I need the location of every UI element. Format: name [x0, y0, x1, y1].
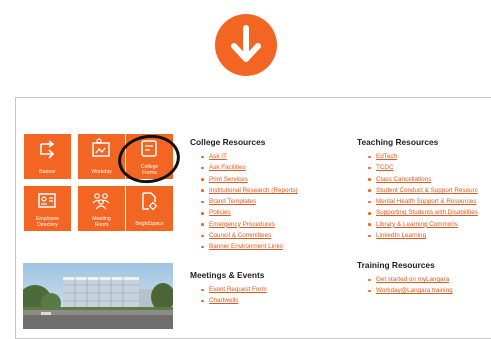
list-item[interactable]: Mental Health Support & Resources: [366, 196, 478, 207]
link-ask-facilities[interactable]: Ask Facilities: [209, 164, 246, 171]
bullet-icon: [368, 234, 371, 238]
tile-label: BrightSpace: [135, 221, 164, 227]
tile-label: Meeting Room: [92, 216, 111, 228]
bullet-icon: [368, 278, 371, 282]
arrow-down-icon: [231, 25, 261, 62]
teaching-resources-list: EdTech TCDC Class Cancellations Student …: [366, 151, 478, 241]
tile-label: Workday: [91, 169, 112, 175]
tile-label: Banner: [39, 169, 56, 175]
link-student-conduct[interactable]: Student Conduct & Support Resourc: [376, 187, 478, 194]
link-event-request-form[interactable]: Event Request Form: [209, 286, 267, 293]
bullet-icon: [201, 234, 204, 238]
list-item[interactable]: Student Conduct & Support Resourc: [366, 185, 478, 196]
redirect-arrow-icon: [40, 140, 55, 159]
list-item[interactable]: Event Request Form: [199, 284, 267, 295]
list-item[interactable]: Chartwells: [199, 295, 267, 306]
list-item[interactable]: TCDC: [366, 162, 478, 173]
list-item[interactable]: Print Services: [199, 174, 298, 185]
college-resources-list: Ask IT Ask Facilities Print Services Ins…: [199, 151, 298, 253]
list-item[interactable]: Supporting Students with Disabilities: [366, 207, 478, 218]
bullet-icon: [201, 155, 204, 159]
bullet-icon: [201, 200, 204, 204]
list-item[interactable]: Class Cancellations: [366, 174, 478, 185]
link-policies[interactable]: Policies: [209, 209, 231, 216]
bullet-icon: [201, 288, 204, 292]
list-item[interactable]: Banner Environment Links: [199, 241, 298, 252]
bullet-icon: [368, 211, 371, 215]
list-item[interactable]: Brand Templates: [199, 196, 298, 207]
list-item[interactable]: Emergency Procedures: [199, 219, 298, 230]
link-banner-environment[interactable]: Banner Environment Links: [209, 243, 283, 250]
section-title-college-resources: College Resources: [190, 137, 266, 147]
bullet-icon: [201, 245, 204, 249]
arrow-down-badge: [215, 14, 277, 76]
link-tcdc[interactable]: TCDC: [376, 164, 394, 171]
link-workday-training[interactable]: Workday@Langara training: [376, 287, 453, 294]
meetings-events-list: Event Request Form Chartwells: [199, 284, 267, 307]
list-item[interactable]: Ask Facilities: [199, 162, 298, 173]
tile-banner[interactable]: Banner: [24, 134, 71, 179]
list-item[interactable]: Library & Learning Commons: [366, 219, 478, 230]
bullet-icon: [368, 289, 371, 293]
tile-employee-directory[interactable]: Employee Directory: [24, 186, 71, 231]
tile-label: Employee Directory: [35, 216, 60, 228]
link-library-learning[interactable]: Library & Learning Commons: [376, 221, 458, 228]
link-supporting-students[interactable]: Supporting Students with Disabilities: [376, 209, 478, 216]
section-title-training-resources: Training Resources: [357, 260, 435, 270]
link-brand-templates[interactable]: Brand Templates: [209, 198, 256, 205]
list-item[interactable]: Ask IT: [199, 151, 298, 162]
bullet-icon: [368, 178, 371, 181]
list-item[interactable]: Council & Committees: [199, 230, 298, 241]
bullet-icon: [201, 223, 204, 226]
link-get-started-mylangara[interactable]: Get started on myLangara: [376, 276, 449, 283]
campus-building-image: [23, 263, 173, 329]
link-print-services[interactable]: Print Services: [209, 176, 248, 183]
bullet-icon: [368, 200, 371, 204]
tile-brightspace[interactable]: BrightSpace: [126, 186, 173, 231]
bullet-icon: [368, 189, 371, 192]
link-council-committees[interactable]: Council & Committees: [209, 232, 271, 239]
people-group-icon: [92, 193, 110, 210]
list-item[interactable]: LinkedIn Learning: [366, 230, 478, 241]
list-item[interactable]: Get started on myLangara: [366, 274, 453, 285]
bullet-icon: [201, 178, 204, 181]
bullet-icon: [368, 166, 371, 170]
document-gear-icon: [142, 192, 158, 211]
list-item[interactable]: EdTech: [366, 151, 478, 162]
list-item[interactable]: Policies: [199, 207, 298, 218]
list-item[interactable]: Workday@Langara training: [366, 285, 453, 296]
link-ask-it[interactable]: Ask IT: [209, 153, 227, 160]
tile-meeting-room[interactable]: Meeting Room: [78, 186, 125, 231]
link-class-cancellations[interactable]: Class Cancellations: [376, 176, 431, 183]
workday-window-icon: [92, 138, 110, 157]
bullet-icon: [201, 299, 204, 303]
section-title-meetings-events: Meetings & Events: [190, 270, 265, 280]
link-mental-health[interactable]: Mental Health Support & Resources: [376, 198, 476, 205]
bullet-icon: [201, 166, 204, 170]
link-edtech[interactable]: EdTech: [376, 153, 397, 160]
bullet-icon: [201, 211, 204, 215]
link-institutional-research[interactable]: Institutional Research (Reports): [209, 187, 298, 194]
portal-panel: Banner Workday College Forms Employee Di…: [15, 97, 491, 339]
training-resources-list: Get started on myLangara Workday@Langara…: [366, 274, 453, 297]
list-item[interactable]: Institutional Research (Reports): [199, 185, 298, 196]
link-linkedin-learning[interactable]: LinkedIn Learning: [376, 232, 426, 239]
link-emergency-procedures[interactable]: Emergency Procedures: [209, 221, 275, 228]
bullet-icon: [368, 223, 371, 226]
bullet-icon: [201, 189, 204, 192]
id-card-icon: [38, 193, 56, 208]
section-title-teaching-resources: Teaching Resources: [357, 137, 439, 147]
bullet-icon: [368, 155, 371, 159]
link-chartwells[interactable]: Chartwells: [209, 297, 238, 304]
